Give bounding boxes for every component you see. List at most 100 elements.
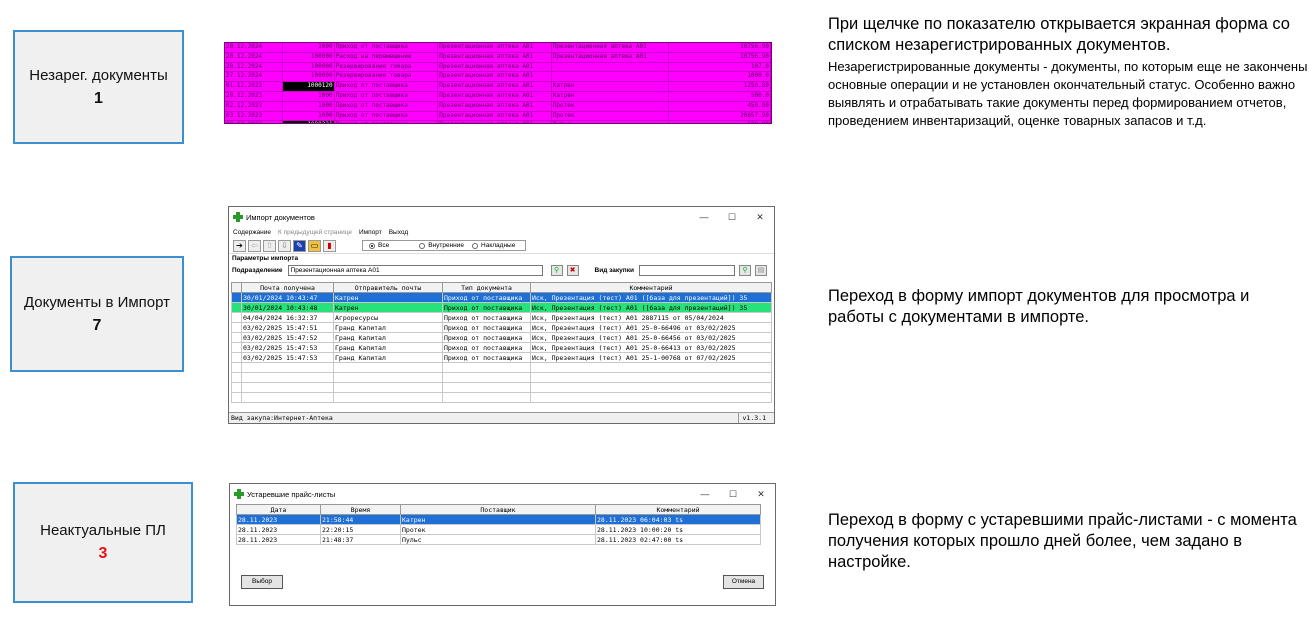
column-header[interactable]: Дата xyxy=(236,504,321,515)
filter-internal[interactable]: Внутренние xyxy=(419,242,464,249)
table-row[interactable]: 28.11.2023 22:20:15 Протек 28.11.2023 10:00… xyxy=(236,524,761,535)
window-titlebar: Устаревшие прайс-листы — ☐ ✕ xyxy=(230,484,775,504)
dept-label: Подразделение xyxy=(232,266,283,274)
table-cell: Приход от поставщика xyxy=(442,292,531,303)
arrow-up-icon[interactable]: ⇧ xyxy=(263,239,276,252)
table-row[interactable] xyxy=(231,392,772,403)
column-header[interactable]: Почта получена xyxy=(241,282,334,293)
table-row[interactable]: 03/02/2025 15:47:53 Гранд Капитал Приход о… xyxy=(231,352,772,363)
table-cell: Иск, Презентация (тест) А01 ([база для п… xyxy=(530,302,772,313)
menu-exit[interactable]: Выход xyxy=(389,229,408,236)
arrow-down-icon[interactable]: ⇩ xyxy=(278,239,291,252)
search-icon[interactable]: ⚲ xyxy=(550,264,563,276)
filter-invoices[interactable]: Накладные xyxy=(472,242,515,249)
arrow-left-icon[interactable]: ⇦ xyxy=(248,239,261,252)
table-cell: Приход от поставщика xyxy=(442,332,531,343)
table-cell xyxy=(333,372,443,383)
arrow-right-icon[interactable]: ➔ xyxy=(233,239,246,252)
table-row[interactable]: 27.12.2024 100000 Резервирование товара Пре… xyxy=(225,72,771,83)
import-docs-tile[interactable]: Документы в Импорт 7 xyxy=(10,256,184,372)
column-header[interactable]: Комментарий xyxy=(530,282,772,293)
table-cell: Иск, Презентация (тест) А01 2887115 от 0… xyxy=(530,312,772,323)
table-cell: Презентационная аптека А01 xyxy=(438,121,552,123)
table-cell: 1000120 xyxy=(282,82,335,91)
maximize-button[interactable]: ☐ xyxy=(719,484,747,504)
menu-prev-page[interactable]: К предыдущей странице xyxy=(278,229,352,236)
clear-icon[interactable]: ▤ xyxy=(754,264,767,276)
table-cell xyxy=(530,362,772,373)
table-cell: 100000 xyxy=(283,52,335,62)
table-cell: 1000.0 xyxy=(669,72,771,82)
column-header[interactable]: Поставщик xyxy=(400,504,596,515)
table-row[interactable]: 20.12.2024 1000 Приход от поставщика Презен… xyxy=(225,43,771,53)
table-cell: 30/01/2024 10:43:47 xyxy=(241,292,334,303)
import-documents-window: Импорт документов — ☐ ✕ Содержание К пре… xyxy=(228,206,775,424)
close-button[interactable]: ✕ xyxy=(746,207,774,227)
edit-icon[interactable]: ✎ xyxy=(293,239,306,252)
table-row[interactable]: 30/01/2024 10:43:48 Катрен Приход от поста… xyxy=(231,302,772,313)
table-cell xyxy=(442,372,531,383)
table-row[interactable]: 02.12.2023 1000 Приход от поставщика Презен… xyxy=(225,101,771,112)
minimize-button[interactable]: — xyxy=(691,484,719,504)
table-row[interactable] xyxy=(231,362,772,373)
table-row[interactable]: 03.12.2023 1000 Приход от поставщика Презен… xyxy=(225,111,771,122)
table-row[interactable]: 28.11.2023 21:48:37 Пульс 28.11.2023 02:47:… xyxy=(236,534,761,545)
table-cell: Иск, Презентация (тест) А01 25-0-66413 о… xyxy=(530,342,772,353)
table-row[interactable]: 08.12.20231000221Приход от поставщикаПре… xyxy=(225,121,771,123)
column-header[interactable]: Комментарий xyxy=(595,504,761,515)
delete-icon[interactable]: ▮ xyxy=(323,239,336,252)
table-cell: 03/02/2025 15:47:53 xyxy=(241,352,334,363)
description-main: Переход в форму импорт документов для пр… xyxy=(828,287,1250,326)
table-row[interactable]: 03/02/2025 15:47:52 Гранд Капитал Приход о… xyxy=(231,332,772,343)
table-row[interactable] xyxy=(231,372,772,383)
table-cell xyxy=(552,62,670,72)
filter-all[interactable]: Все xyxy=(369,242,389,249)
table-cell xyxy=(530,382,772,393)
table-row[interactable]: 03/02/2025 15:47:53 Гранд Капитал Приход о… xyxy=(231,342,772,353)
table-cell: Расход на перемещение xyxy=(335,52,439,62)
table-cell: 21:58:44 xyxy=(320,514,401,525)
table-cell xyxy=(530,392,772,403)
purchase-input[interactable] xyxy=(638,264,735,276)
menu-import[interactable]: Импорт xyxy=(359,229,382,236)
select-button[interactable]: Выбор xyxy=(241,575,283,589)
folder-icon[interactable]: ▭ xyxy=(308,239,321,252)
minimize-button[interactable]: — xyxy=(690,207,718,227)
table-row[interactable]: 01.12.2023 1000120 Приход от поставщика Пре… xyxy=(225,82,771,92)
description-main: При щелчке по показателю открывается экр… xyxy=(828,15,1290,54)
table-cell: Приход от поставщика xyxy=(335,111,439,121)
column-header[interactable]: Время xyxy=(320,504,401,515)
table-row[interactable]: 30/01/2024 10:43:47 Катрен Приход от поста… xyxy=(231,292,772,303)
table-row[interactable]: 03/02/2025 15:47:51 Гранд Капитал Приход о… xyxy=(231,322,772,333)
outdated-pricelists-tile[interactable]: Неактуальные ПЛ 3 xyxy=(13,482,193,603)
table-cell: 28.11.2023 xyxy=(236,534,321,545)
table-row[interactable] xyxy=(231,382,772,393)
search-icon[interactable]: ⚲ xyxy=(738,264,751,276)
table-cell: 20.12.2024 xyxy=(225,52,283,62)
column-header[interactable]: Отправитель почты xyxy=(333,282,443,293)
table-cell: 1000221 xyxy=(282,121,335,123)
row-marker xyxy=(231,292,242,303)
table-row[interactable]: 04/04/2024 16:32:37 Агроресурсы Приход от … xyxy=(231,312,772,323)
maximize-button[interactable]: ☐ xyxy=(718,207,746,227)
table-row[interactable]: 20.12.2024 100000 Резервирование товара Пре… xyxy=(225,62,771,73)
pricelists-description: Переход в форму с устаревшими прайс-лист… xyxy=(828,510,1298,573)
table-row[interactable]: 20.12.2024 100000 Расход на перемещение Пре… xyxy=(225,52,771,63)
table-cell xyxy=(530,372,772,383)
unregistered-docs-tile[interactable]: Незарег. документы 1 xyxy=(13,30,184,144)
menu-contents[interactable]: Содержание xyxy=(233,229,271,236)
column-header[interactable] xyxy=(231,282,242,293)
table-cell xyxy=(442,362,531,373)
table-row[interactable]: 28.11.2023 21:58:44 Катрен 28.11.2023 06:04… xyxy=(236,514,761,525)
row-marker xyxy=(231,302,242,313)
close-button[interactable]: ✕ xyxy=(747,484,775,504)
row-marker xyxy=(231,382,242,393)
table-cell: 107.0 xyxy=(669,62,771,72)
column-header[interactable]: Тип документа xyxy=(442,282,531,293)
table-cell: Приход от поставщика xyxy=(335,91,439,101)
clear-icon[interactable]: ✖ xyxy=(566,264,579,276)
dept-input[interactable]: Презентационная аптека А01 xyxy=(287,264,543,276)
cancel-button[interactable]: Отмена xyxy=(723,575,764,589)
table-cell: 28.11.2023 06:04:03 ts xyxy=(595,514,761,525)
table-row[interactable]: 20.12.2023 1000 Приход от поставщика Презен… xyxy=(225,91,771,102)
